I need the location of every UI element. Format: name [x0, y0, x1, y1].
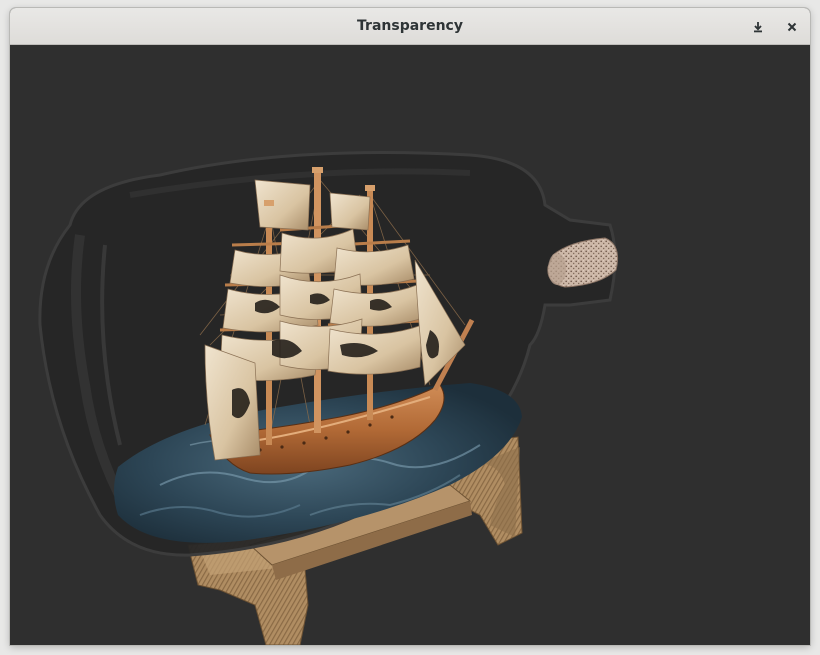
close-icon: [786, 21, 798, 33]
minimize-icon: [752, 21, 764, 33]
window-title: Transparency: [357, 18, 463, 34]
title-bar[interactable]: Transparency: [10, 8, 810, 45]
minimize-button[interactable]: [746, 15, 770, 39]
3d-viewport[interactable]: [10, 45, 810, 645]
close-button[interactable]: [780, 15, 804, 39]
app-window: Transparency: [10, 8, 810, 645]
